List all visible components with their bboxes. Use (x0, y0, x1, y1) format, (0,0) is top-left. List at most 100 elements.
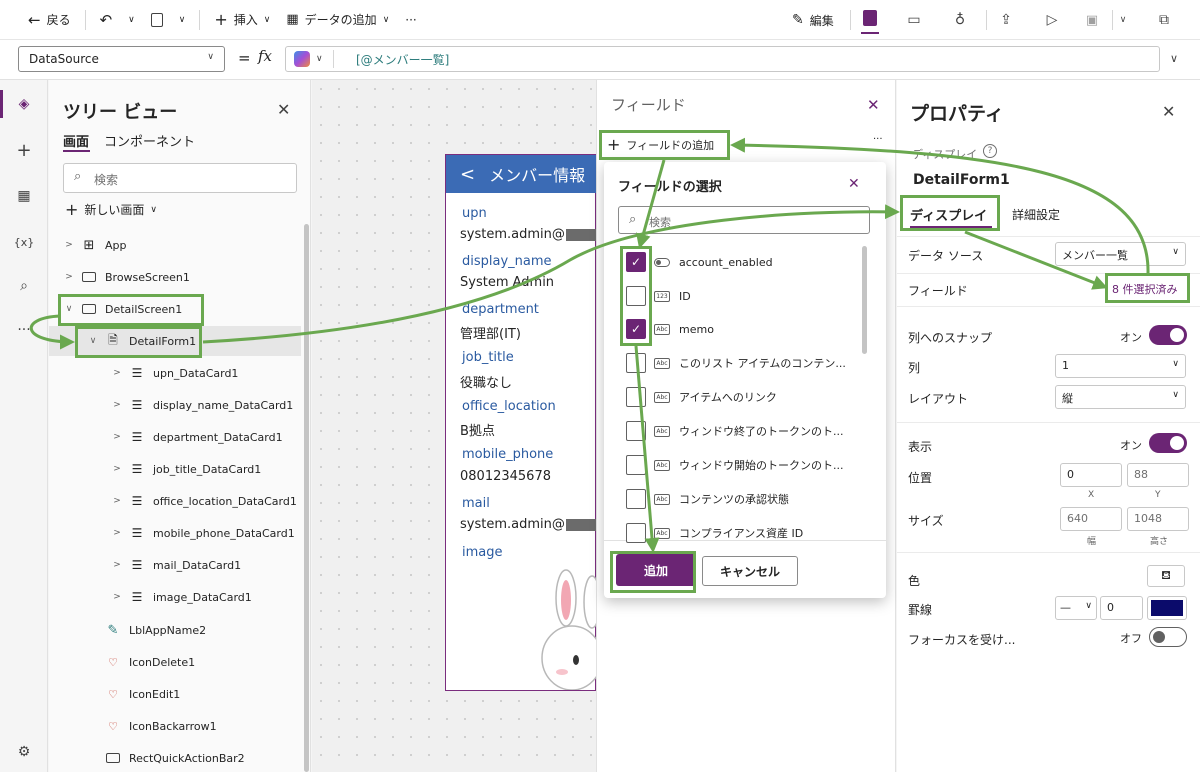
field-option-compliance-asset-id[interactable]: Abc コンプライアンス資産 ID (626, 521, 856, 545)
checkbox[interactable] (626, 353, 646, 373)
variables-icon[interactable]: {x} (12, 230, 36, 254)
layers-icon[interactable]: ◈ (12, 92, 36, 116)
close-icon[interactable]: ✕ (848, 176, 860, 192)
more-button[interactable]: ··· (399, 6, 422, 34)
gear-icon[interactable]: ⚙ (12, 740, 36, 764)
save-icon[interactable]: ▣ (1082, 10, 1102, 30)
checkbox[interactable] (626, 421, 646, 441)
fields-edit-link[interactable]: 8 件選択済み (1112, 281, 1178, 297)
field-option-window-start-token[interactable]: Abc ウィンドウ開始のトークンのト... (626, 453, 856, 477)
picker-search-input[interactable]: ⌕ 検索 (618, 206, 870, 234)
border-style-dropdown[interactable]: — ∨ (1055, 596, 1097, 620)
property-dropdown[interactable]: DataSource ∨ (18, 46, 225, 72)
tree-item-browsescreen1[interactable]: > BrowseScreen1 (49, 262, 301, 292)
field-option-id[interactable]: 123 ID (626, 284, 856, 308)
tree-item-iconbackarrow1[interactable]: ♡ IconBackarrow1 (49, 711, 301, 741)
tree-item-rectquickactionbar2[interactable]: RectQuickActionBar2 (49, 743, 301, 772)
field-option-item-link[interactable]: Abc アイテムへのリンク (626, 385, 856, 409)
new-screen-button[interactable]: + 新しい画面 ∨ (65, 200, 157, 219)
tab-display[interactable]: ディスプレイ (910, 205, 987, 224)
tree-item-mail-datacard1[interactable]: > ☰ mail_DataCard1 (49, 550, 301, 580)
tab-screens[interactable]: 画面 (63, 131, 89, 150)
tree-item-upn-datacard1[interactable]: > ☰ upn_DataCard1 (49, 358, 301, 388)
field-option-account-enabled[interactable]: ✓ account_enabled (626, 250, 856, 274)
paste-button[interactable] (145, 6, 169, 34)
close-icon[interactable]: ✕ (867, 96, 880, 114)
layout-dropdown[interactable]: 縦 ∨ (1055, 385, 1186, 409)
tree-view-toggle[interactable] (860, 6, 880, 36)
visible-toggle[interactable] (1149, 433, 1187, 453)
checkbox[interactable] (626, 387, 646, 407)
tree-item-job-title-datacard1[interactable]: > ☰ job_title_DataCard1 (49, 454, 301, 484)
tree-item-department-datacard1[interactable]: > ☰ department_DataCard1 (49, 422, 301, 452)
comment-icon[interactable]: ▭ (904, 10, 924, 30)
separator (199, 9, 201, 30)
tree-item-lblappname2[interactable]: ✎ LblAppName2 (49, 615, 301, 645)
tab-advanced[interactable]: 詳細設定 (1012, 206, 1060, 223)
checkbox[interactable] (626, 489, 646, 509)
checkbox[interactable] (626, 455, 646, 475)
search-icon[interactable]: ⌕ (12, 274, 36, 298)
field-option-content-approval[interactable]: Abc コンテンツの承認状態 (626, 487, 856, 511)
tree-item-mobile-phone-datacard1[interactable]: > ☰ mobile_phone_DataCard1 (49, 518, 301, 548)
columns-dropdown[interactable]: 1 ∨ (1055, 354, 1186, 378)
tree-item-detailscreen1[interactable]: ∨ DetailScreen1 (49, 294, 301, 324)
help-icon[interactable]: ? (983, 144, 997, 158)
tree-item-image-datacard1[interactable]: > ☰ image_DataCard1 (49, 582, 301, 612)
insert-button[interactable]: + 挿入 ∨ (208, 6, 276, 34)
cancel-button[interactable]: キャンセル (702, 556, 798, 586)
tab-components[interactable]: コンポーネント (104, 131, 195, 150)
position-x-input[interactable]: 0 (1060, 463, 1122, 487)
field-option-memo[interactable]: ✓ Abc memo (626, 317, 856, 341)
fill-color-button[interactable]: ⛾ (1147, 565, 1185, 587)
more-button[interactable]: ··· (873, 134, 883, 145)
tree-item-display-name-datacard1[interactable]: > ☰ display_name_DataCard1 (49, 390, 301, 420)
close-icon[interactable]: ✕ (277, 100, 290, 119)
stethoscope-icon[interactable]: ♁ (950, 10, 970, 30)
expand-formula-icon[interactable]: ∨ (1170, 52, 1178, 65)
edit-label: 編集 (809, 13, 834, 28)
checkbox-checked[interactable]: ✓ (626, 252, 646, 272)
snap-toggle[interactable] (1149, 325, 1187, 345)
checkbox[interactable] (626, 286, 646, 306)
datasource-dropdown[interactable]: メンバー一覧 ∨ (1055, 242, 1186, 266)
chevron-left-icon[interactable]: < (460, 164, 475, 185)
border-width-input[interactable]: 0 (1100, 596, 1143, 620)
data-grid-icon[interactable]: ▦ (12, 184, 36, 208)
more-icon[interactable]: ··· (12, 318, 36, 342)
add-field-button[interactable]: + フィールドの追加 (607, 135, 714, 154)
scrollbar[interactable] (304, 224, 309, 772)
add-button[interactable]: 追加 (616, 554, 696, 586)
border-color-button[interactable] (1147, 596, 1187, 620)
add-data-button[interactable]: ▦ データの追加 ∨ (280, 6, 395, 34)
field-option-window-end-token[interactable]: Abc ウィンドウ終了のトークンのト... (626, 419, 856, 443)
plus-icon[interactable]: + (12, 138, 36, 162)
tree-item-detailform1[interactable]: ∨ 🗎 DetailForm1 (49, 326, 301, 356)
scrollbar[interactable] (862, 246, 867, 354)
back-button[interactable]: ← 戻る (22, 6, 77, 34)
checkbox[interactable] (626, 523, 646, 543)
publish-icon[interactable]: ⧉ (1154, 10, 1174, 30)
share-icon[interactable]: ⇪ (996, 10, 1016, 30)
focus-toggle[interactable] (1149, 627, 1187, 647)
play-icon[interactable]: ▷ (1042, 10, 1062, 30)
copilot-button[interactable]: ∨ (294, 50, 334, 68)
undo-button[interactable]: ↶ (94, 6, 119, 34)
tree-item-office-location-datacard1[interactable]: > ☰ office_location_DataCard1 (49, 486, 301, 516)
tree-search-input[interactable]: ⌕ 検索 (63, 163, 297, 193)
tree-item-icondelete1[interactable]: ♡ IconDelete1 (49, 647, 301, 677)
close-icon[interactable]: ✕ (1162, 102, 1175, 121)
height-input[interactable]: 1048 (1127, 507, 1189, 531)
visible-state: オン (1120, 439, 1142, 452)
chevron-down-icon[interactable]: ∨ (1116, 10, 1130, 30)
field-option-list-item-content[interactable]: Abc このリスト アイテムのコンテン... (626, 351, 856, 375)
formula-input[interactable]: ∨ [@メンバー一覧] (285, 46, 1160, 72)
paste-dropdown[interactable]: ∨ (173, 6, 192, 34)
position-y-input[interactable]: 88 (1127, 463, 1189, 487)
edit-button[interactable]: ✎ 編集 (786, 6, 840, 34)
width-input[interactable]: 640 (1060, 507, 1122, 531)
checkbox-checked[interactable]: ✓ (626, 319, 646, 339)
undo-dropdown[interactable]: ∨ (122, 6, 141, 34)
tree-item-iconedit1[interactable]: ♡ IconEdit1 (49, 679, 301, 709)
tree-item-app[interactable]: > ⊞ App (49, 230, 301, 260)
